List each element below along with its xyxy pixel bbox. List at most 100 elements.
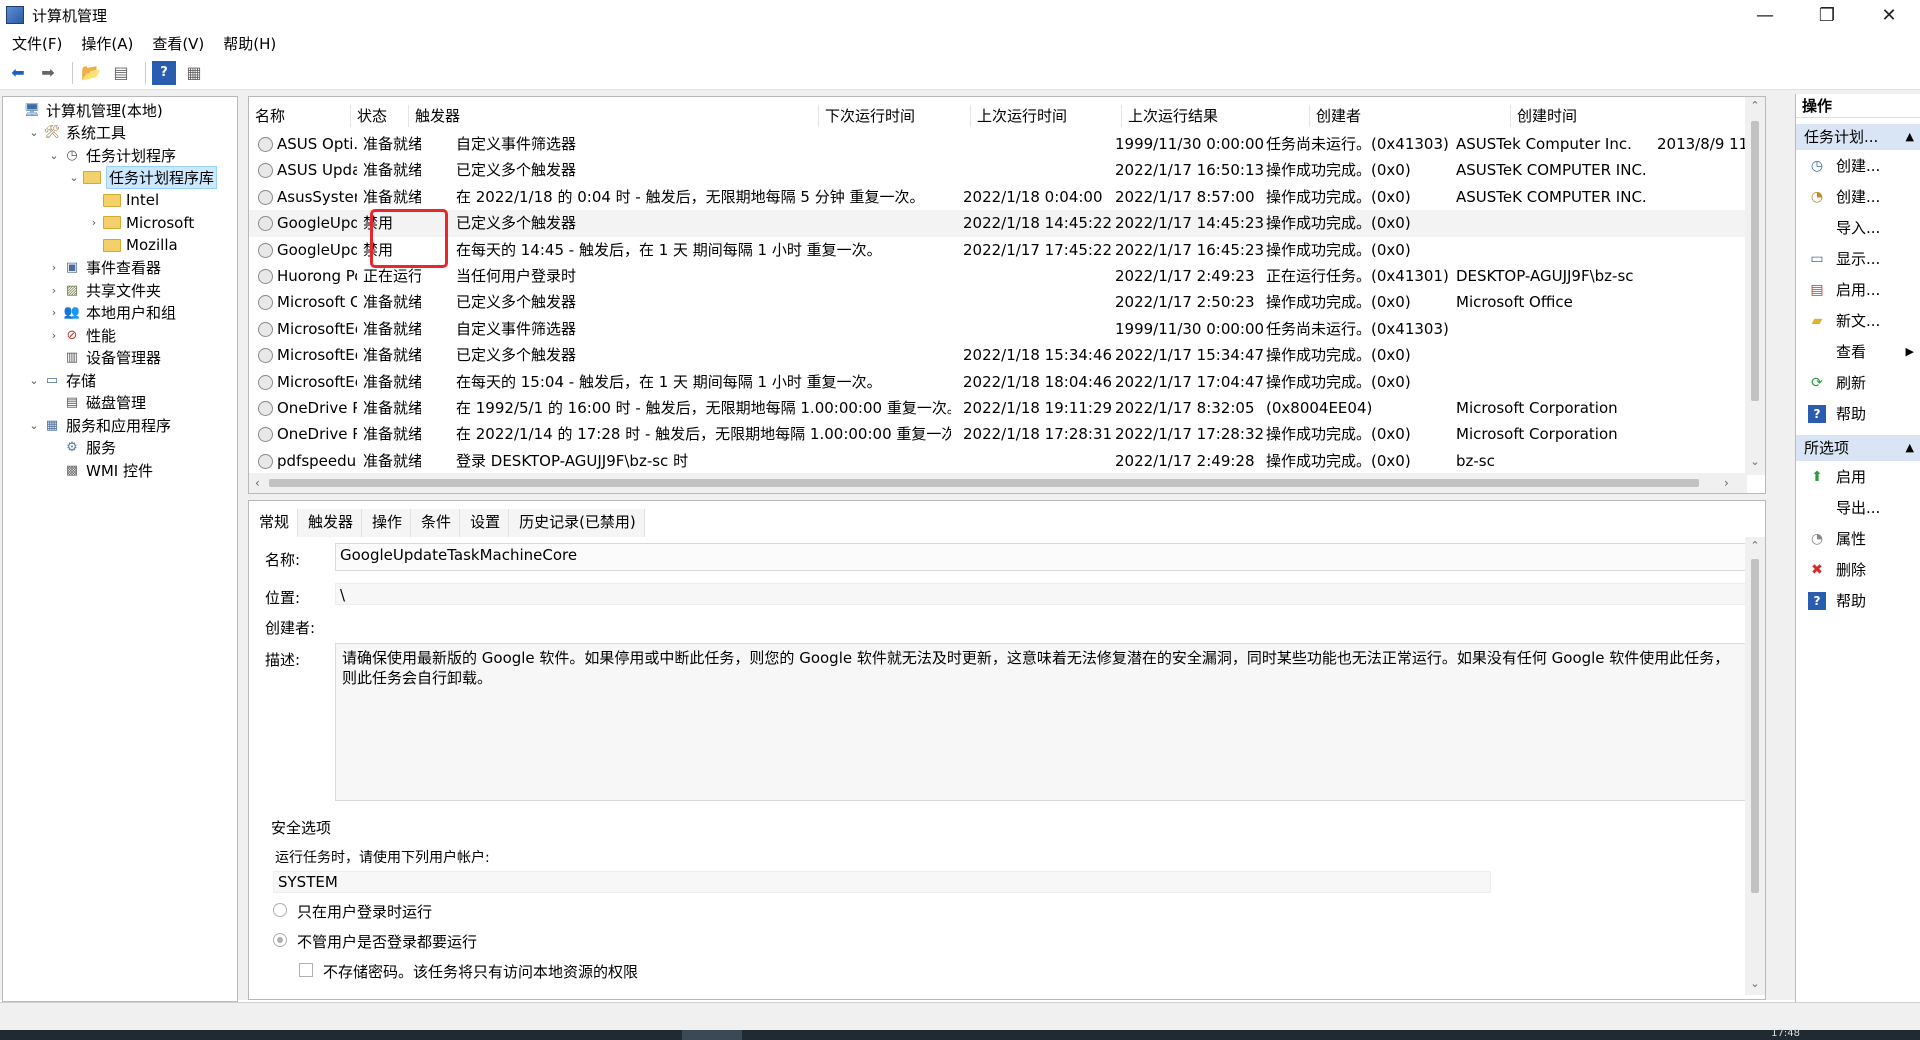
column-header[interactable]: 创建者 [1310, 105, 1511, 127]
collapse-caret-icon[interactable]: ▲ [1906, 124, 1914, 150]
back-arrow-icon[interactable]: ⬅ [6, 61, 30, 85]
table-row[interactable]: Huorong Po...正在运行当任何用户登录时2022/1/17 2:49:… [249, 263, 1765, 289]
table-row[interactable]: AsusSystem... 准备就绪 在 2022/1/18 的 0:04 时 - … [249, 184, 1765, 210]
detail-tab[interactable]: 条件 [411, 509, 461, 537]
collapse-chevron-icon[interactable]: › [47, 329, 61, 342]
tree-item[interactable]: › Microsoft [3, 212, 237, 235]
table-row[interactable]: OneDrive P... 准备就绪 在 1992/5/1 的 16:00 时 - … [249, 395, 1765, 421]
navigation-tree[interactable]: 🖥 计算机管理(本地) ⌄ 🛠 系统工具 ⌄ ◷ 任务计划程序 ⌄ 任务计划程序库 Intel › Mi… [2, 96, 238, 1002]
detail-tab[interactable]: 常规 [249, 509, 299, 537]
tree-item[interactable]: ⚙ 服务 [3, 437, 237, 460]
tree-item[interactable]: Intel [3, 189, 237, 212]
tree-item[interactable]: Mozilla [3, 234, 237, 257]
collapse-caret-icon[interactable]: ▲ [1906, 435, 1914, 461]
tree-item[interactable]: ⌄ ▦ 服务和应用程序 [3, 414, 237, 437]
action-item[interactable]: 导出... [1796, 492, 1920, 523]
actions-section-selected-item[interactable]: 所选项 ▲ [1796, 435, 1920, 461]
tree-item[interactable]: ⌄ 🛠 系统工具 [3, 122, 237, 145]
name-field[interactable]: GoogleUpdateTaskMachineCore [335, 543, 1751, 571]
expand-chevron-icon[interactable]: ⌄ [67, 171, 81, 184]
minimize-button[interactable]: — [1734, 0, 1796, 30]
help-icon[interactable]: ? [152, 60, 176, 85]
menu-view[interactable]: 查看(V) [140, 33, 211, 54]
table-row[interactable]: GoogleUpd...禁用在每天的 14:45 - 触发后，在 1 天 期间每… [249, 237, 1765, 263]
scroll-down-icon[interactable]: ⌄ [1745, 455, 1765, 468]
expand-chevron-icon[interactable]: ⌄ [27, 374, 41, 387]
detail-tab[interactable]: 触发器 [298, 509, 363, 537]
menu-file[interactable]: 文件(F) [0, 33, 69, 54]
action-item[interactable]: 导入... [1796, 212, 1920, 243]
menu-help[interactable]: 帮助(H) [211, 33, 283, 54]
scroll-thumb[interactable] [1751, 121, 1759, 401]
action-item[interactable]: ? 帮助 [1796, 398, 1920, 429]
description-field[interactable]: 请确保使用最新版的 Google 软件。如果停用或中断此任务，则您的 Googl… [335, 643, 1751, 801]
table-row[interactable]: GoogleUpd...禁用已定义多个触发器2022/1/18 14:45:22… [249, 210, 1765, 237]
scroll-left-icon[interactable]: ‹ [255, 473, 260, 493]
column-header[interactable]: 创建时间 [1511, 105, 1751, 127]
scroll-down-icon[interactable]: ⌄ [1745, 977, 1765, 990]
task-list-horizontal-scrollbar[interactable]: ‹ › [249, 473, 1747, 493]
table-row[interactable]: pdfspeedup 准备就绪 登录 DESKTOP-AGUJJ9F\bz-sc 时… [249, 448, 1765, 474]
run-whether-logged-on-radio[interactable] [273, 933, 287, 947]
tree-item[interactable]: ⌄ ▭ 存储 [3, 369, 237, 392]
action-item[interactable]: ⬆ 启用 [1796, 461, 1920, 492]
detail-tab[interactable]: 历史记录(已禁用) [509, 509, 645, 537]
task-list[interactable]: ASUS Opti...准备就绪自定义事件筛选器1999/11/30 0:00:… [249, 131, 1765, 474]
tree-item[interactable]: ▩ WMI 控件 [3, 459, 237, 482]
tree-item[interactable]: ⌄ ◷ 任务计划程序 [3, 144, 237, 167]
table-row[interactable]: MicrosoftEd... 准备就绪 在每天的 15:04 - 触发后，在 1 天… [249, 369, 1765, 395]
menu-action[interactable]: 操作(A) [69, 33, 140, 54]
action-item[interactable]: ? 帮助 [1796, 585, 1920, 616]
tree-item[interactable]: ▤ 磁盘管理 [3, 392, 237, 415]
column-header[interactable]: 状态 [351, 105, 409, 127]
action-item[interactable]: ◔ 创建... [1796, 181, 1920, 212]
tree-item[interactable]: › ▨ 共享文件夹 [3, 279, 237, 302]
tree-item[interactable]: › ⊘ 性能 [3, 324, 237, 347]
action-item[interactable]: ▤ 启用... [1796, 274, 1920, 305]
tree-item[interactable]: › 👥 本地用户和组 [3, 302, 237, 325]
action-item[interactable]: ◔ 属性 [1796, 523, 1920, 554]
tree-item[interactable]: › ▣ 事件查看器 [3, 257, 237, 280]
detail-tab[interactable]: 操作 [362, 509, 412, 537]
action-item[interactable]: 查看 ▶ [1796, 336, 1920, 367]
console-icon[interactable]: ▦ [182, 61, 206, 85]
expand-chevron-icon[interactable]: ⌄ [27, 419, 41, 432]
column-header[interactable]: 触发器 [409, 105, 819, 127]
action-item[interactable]: ⟳ 刷新 [1796, 367, 1920, 398]
task-list-vertical-scrollbar[interactable]: ⌃ ⌄ [1745, 97, 1765, 475]
expand-chevron-icon[interactable]: ⌄ [27, 126, 41, 139]
scroll-thumb[interactable] [269, 479, 1699, 487]
column-header[interactable]: 下次运行时间 [819, 105, 971, 127]
taskbar-active-app[interactable] [682, 1030, 742, 1040]
detail-vertical-scrollbar[interactable]: ⌃ ⌄ [1745, 537, 1765, 995]
actions-section-task-scheduler[interactable]: 任务计划... ▲ [1796, 124, 1920, 150]
collapse-chevron-icon[interactable]: › [47, 284, 61, 297]
action-item[interactable]: ✖ 删除 [1796, 554, 1920, 585]
action-item[interactable]: ▭ 显示... [1796, 243, 1920, 274]
table-row[interactable]: Microsoft O... 准备就绪 已定义多个触发器 2022/1/17 2:50… [249, 289, 1765, 315]
table-row[interactable]: ASUS Updat... 准备就绪 已定义多个触发器 2022/1/17 16:50… [249, 157, 1765, 183]
column-header[interactable]: 上次运行结果 [1122, 105, 1310, 127]
collapse-chevron-icon[interactable]: › [47, 306, 61, 319]
forward-arrow-icon[interactable]: ➡ [36, 61, 60, 85]
run-only-logged-on-radio[interactable] [273, 903, 287, 917]
scroll-up-icon[interactable]: ⌃ [1745, 99, 1765, 112]
maximize-button[interactable]: ❐ [1796, 0, 1858, 30]
column-header[interactable]: 名称 [249, 105, 351, 127]
column-header[interactable]: 上次运行时间 [971, 105, 1122, 127]
table-row[interactable]: MicrosoftEd... 准备就绪 已定义多个触发器 2022/1/18 15:3… [249, 342, 1765, 368]
scroll-right-icon[interactable]: › [1724, 473, 1729, 493]
scroll-thumb[interactable] [1751, 559, 1759, 893]
action-item[interactable]: ▰ 新文... [1796, 305, 1920, 336]
up-folder-icon[interactable]: 📂 [79, 61, 103, 85]
collapse-chevron-icon[interactable]: › [87, 216, 101, 229]
tree-item[interactable]: ▥ 设备管理器 [3, 347, 237, 370]
show-hide-tree-icon[interactable]: ▤ [109, 61, 133, 85]
table-row[interactable]: MicrosoftEd... 准备就绪 自定义事件筛选器 1999/11/30 0:0… [249, 316, 1765, 342]
detail-tab[interactable]: 设置 [460, 509, 510, 537]
table-row[interactable]: ASUS Opti... 准备就绪 自定义事件筛选器 1999/11/30 0:00:… [249, 131, 1765, 157]
collapse-chevron-icon[interactable]: › [47, 261, 61, 274]
tree-item[interactable]: ⌄ 任务计划程序库 [3, 166, 237, 190]
close-button[interactable]: ✕ [1858, 0, 1920, 30]
tree-item[interactable]: 🖥 计算机管理(本地) [3, 99, 237, 122]
